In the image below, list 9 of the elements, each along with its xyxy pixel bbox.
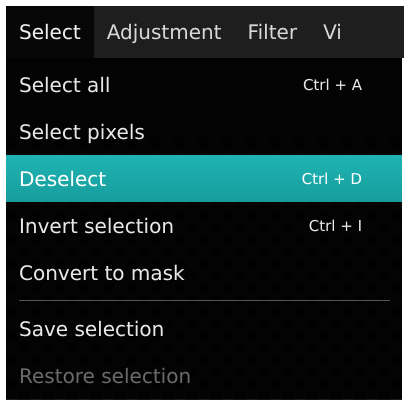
menu-bar-item[interactable]: Vi [310, 6, 355, 58]
menu-item[interactable]: Save selection [6, 305, 402, 352]
menu-bar-item[interactable]: Select [6, 6, 94, 58]
menu-item[interactable]: Select pixels [6, 108, 402, 155]
menu-bar-item[interactable]: Filter [234, 6, 310, 58]
menu-bar-item[interactable]: Adjustment [94, 6, 235, 58]
menu-item[interactable]: Convert to mask [6, 249, 402, 296]
menu-item[interactable]: Invert selection Ctrl + I [6, 202, 402, 249]
menu-item[interactable]: Select all Ctrl + A [6, 61, 402, 108]
